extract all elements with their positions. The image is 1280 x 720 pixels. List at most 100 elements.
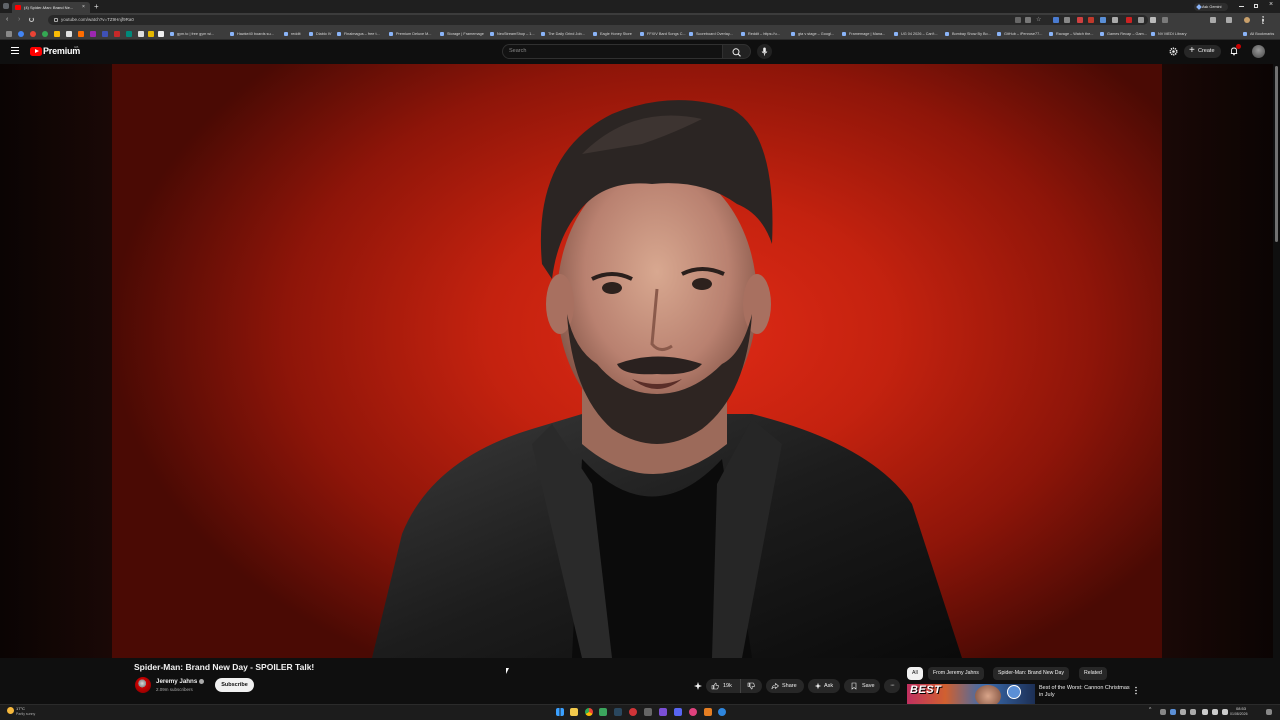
page-scrollbar-thumb[interactable] [1275,66,1278,242]
more-actions-button[interactable]: ··· [884,679,900,693]
extension-icon[interactable] [1015,17,1021,23]
bookmark-item[interactable]: Hawke40 boards su... [230,30,274,38]
bookmark-item[interactable]: Games Recap – Gam... [1100,30,1147,38]
chrome-icon[interactable] [585,708,593,716]
back-icon[interactable]: ‹ [6,16,8,24]
sparkle-button[interactable] [690,679,706,693]
new-tab-button[interactable]: + [94,2,99,11]
gear-icon[interactable] [1169,47,1178,56]
weather-icon[interactable] [7,707,14,714]
bookmark-item[interactable]: The Daily Grind Job... [541,30,585,38]
bookmark-item[interactable]: Framemage | Mana... [842,30,885,38]
bookmark-icon[interactable] [78,31,84,37]
browser-tab-active[interactable]: (4) Spider-Man: Brand Ne... [12,2,90,13]
extension-icon[interactable] [1112,17,1118,23]
bookmark-item[interactable]: Diablo IV [309,30,331,38]
bookmark-icon[interactable] [42,31,48,37]
related-video-title[interactable]: Best of the Worst: Cannon Christmas in J… [1039,685,1131,699]
channel-avatar[interactable] [135,677,151,693]
chip-topic[interactable]: Spider-Man: Brand New Day [993,667,1070,680]
bookmark-item[interactable]: Scoreboard Overlay... [689,30,733,38]
bookmark-item[interactable]: Eagle Honey Store [593,30,632,38]
create-button[interactable]: Create [1184,44,1221,58]
bookmark-item[interactable]: NV MEDI Library [1151,30,1186,38]
youtube-logo-icon[interactable] [30,47,42,56]
app-icon-blue[interactable] [718,708,726,716]
bookmark-icon[interactable] [30,31,36,37]
bookmark-icon[interactable] [66,31,72,37]
bookmark-icon[interactable] [138,31,144,37]
star-icon[interactable]: ☆ [1036,17,1042,23]
extension-icon[interactable] [1064,17,1070,23]
extension-icon[interactable] [1077,17,1083,23]
app-icon-purple[interactable] [659,708,667,716]
battery-icon[interactable] [1222,709,1228,715]
tray-icon[interactable] [1190,709,1196,715]
chip-related[interactable]: Related [1079,667,1107,680]
reload-icon[interactable] [29,17,34,22]
bookmark-icon[interactable] [114,31,120,37]
tray-icon[interactable] [1160,709,1166,715]
search-input[interactable]: Search [502,44,723,59]
bookmark-item[interactable]: gym.to | free gym wi... [170,30,214,38]
bookmark-item[interactable]: Reddit – https://u... [741,30,780,38]
app-icon-discord[interactable] [674,708,682,716]
tray-icon[interactable] [1170,709,1176,715]
like-button[interactable]: 19k [706,679,740,693]
save-button[interactable]: Save [844,679,880,693]
extension-icon[interactable] [1053,17,1059,23]
app-icon-green[interactable] [599,708,607,716]
bookmark-icon[interactable] [18,31,24,37]
bookmark-icon[interactable] [126,31,132,37]
bookmark-icon[interactable] [54,31,60,37]
app-icon-pink[interactable] [689,708,697,716]
extension-icon[interactable] [1162,17,1168,23]
chip-all[interactable]: All [907,667,923,680]
tray-icon[interactable] [1180,709,1186,715]
all-bookmarks-folder[interactable]: All Bookmarks [1243,30,1274,38]
notification-center-icon[interactable] [1266,709,1272,715]
bookmark-item[interactable]: GitHub – iPenrose77... [997,30,1042,38]
tab-close-icon[interactable]: × [82,5,86,10]
forward-icon[interactable]: › [18,16,20,24]
account-avatar[interactable] [1252,45,1265,58]
ask-button[interactable]: Ask [808,679,840,693]
bookmark-icon[interactable] [90,31,96,37]
file-explorer-icon[interactable] [570,708,578,716]
wifi-icon[interactable] [1202,709,1208,715]
bookmark-icon[interactable] [102,31,108,37]
extension-icon[interactable] [1100,17,1106,23]
bookmark-star-icon[interactable] [1226,17,1232,23]
hamburger-menu-icon[interactable] [11,47,19,55]
bookmark-item[interactable]: Premium Deluxe M... [389,30,431,38]
search-button[interactable] [723,44,751,59]
bookmark-item[interactable]: gta v stage – Googl... [791,30,834,38]
extension-icon[interactable] [1025,17,1031,23]
subscribe-button[interactable]: Subscribe [215,678,254,692]
extension-icon[interactable] [1138,17,1144,23]
downloads-icon[interactable] [1210,17,1216,23]
chip-from-channel[interactable]: From Jeremy Jahns [928,667,984,680]
app-icon-red[interactable] [629,708,637,716]
bookmark-item[interactable]: FFXIV Bard Songs C... [640,30,686,38]
volume-icon[interactable] [1212,709,1218,715]
extension-icon[interactable] [1088,17,1094,23]
bookmark-item[interactable]: Finalmagus – free t... [337,30,380,38]
site-info-icon[interactable] [54,17,58,22]
dislike-button[interactable] [740,679,762,693]
tray-chevron-icon[interactable]: ^ [1149,707,1151,713]
bookmark-icon[interactable] [158,31,164,37]
browser-kebab-icon[interactable] [1262,16,1264,24]
apps-icon[interactable] [6,31,12,37]
ask-gemini-button[interactable]: Ask Gemini [1194,3,1228,11]
weather-temperature[interactable]: 17°C [16,706,25,711]
share-button[interactable]: Share [766,679,804,693]
bookmark-item[interactable]: Ravage – Watch the... [1049,30,1093,38]
minimize-button[interactable] [1239,6,1244,7]
bookmark-item[interactable]: NeoStreamShop – 1... [490,30,535,38]
bookmark-item[interactable]: UG 04 2026 – Can't... [894,30,938,38]
more-vertical-icon[interactable] [1134,686,1138,695]
bookmark-item[interactable]: reddit [284,30,301,38]
bookmark-item[interactable]: Storage | Framemage [440,30,484,38]
taskbar-clock-date[interactable]: 01/08/2026 [1230,712,1248,716]
